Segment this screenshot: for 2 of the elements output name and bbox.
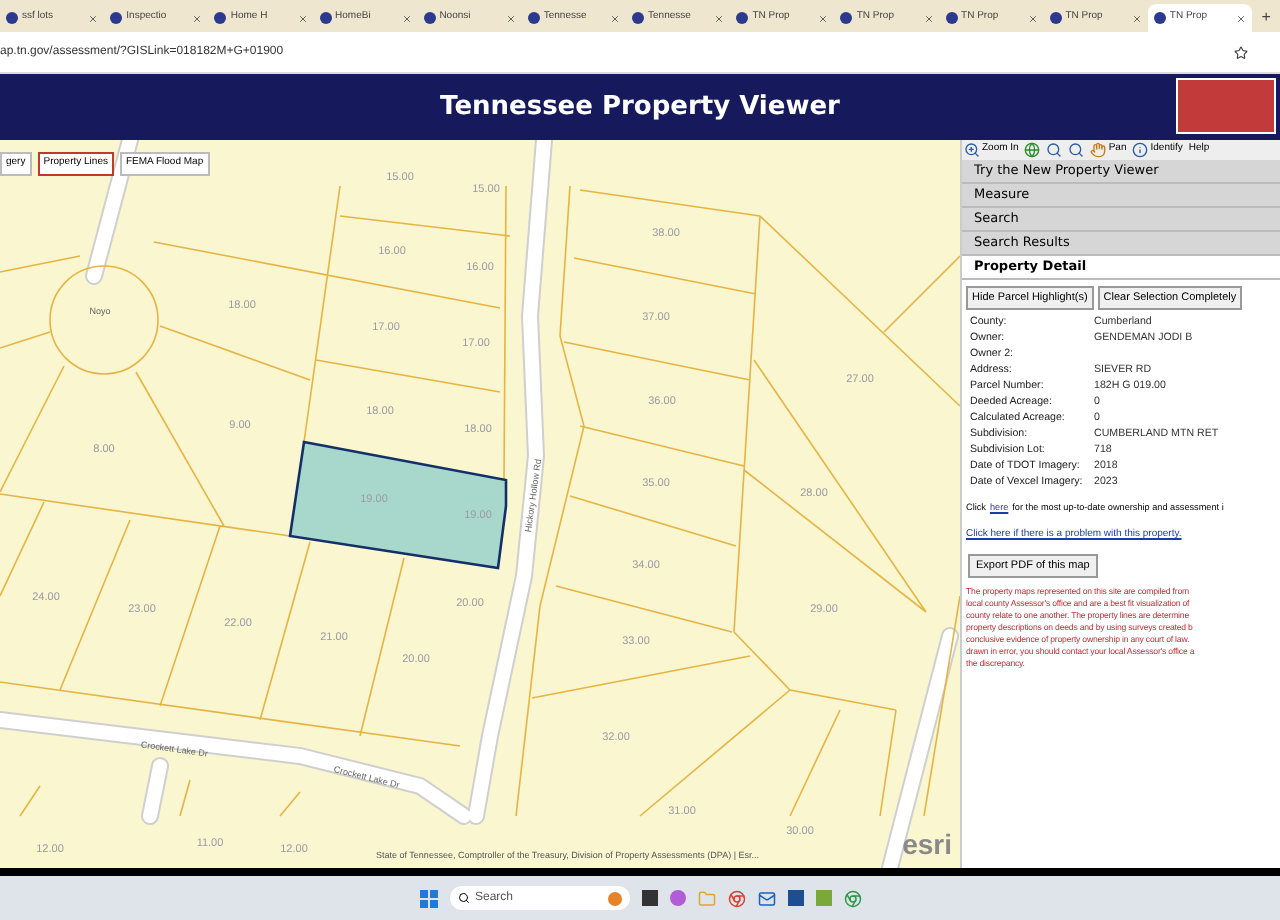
page-title: Tennessee Property Viewer <box>440 89 840 126</box>
esri-logo: esri <box>902 826 952 864</box>
